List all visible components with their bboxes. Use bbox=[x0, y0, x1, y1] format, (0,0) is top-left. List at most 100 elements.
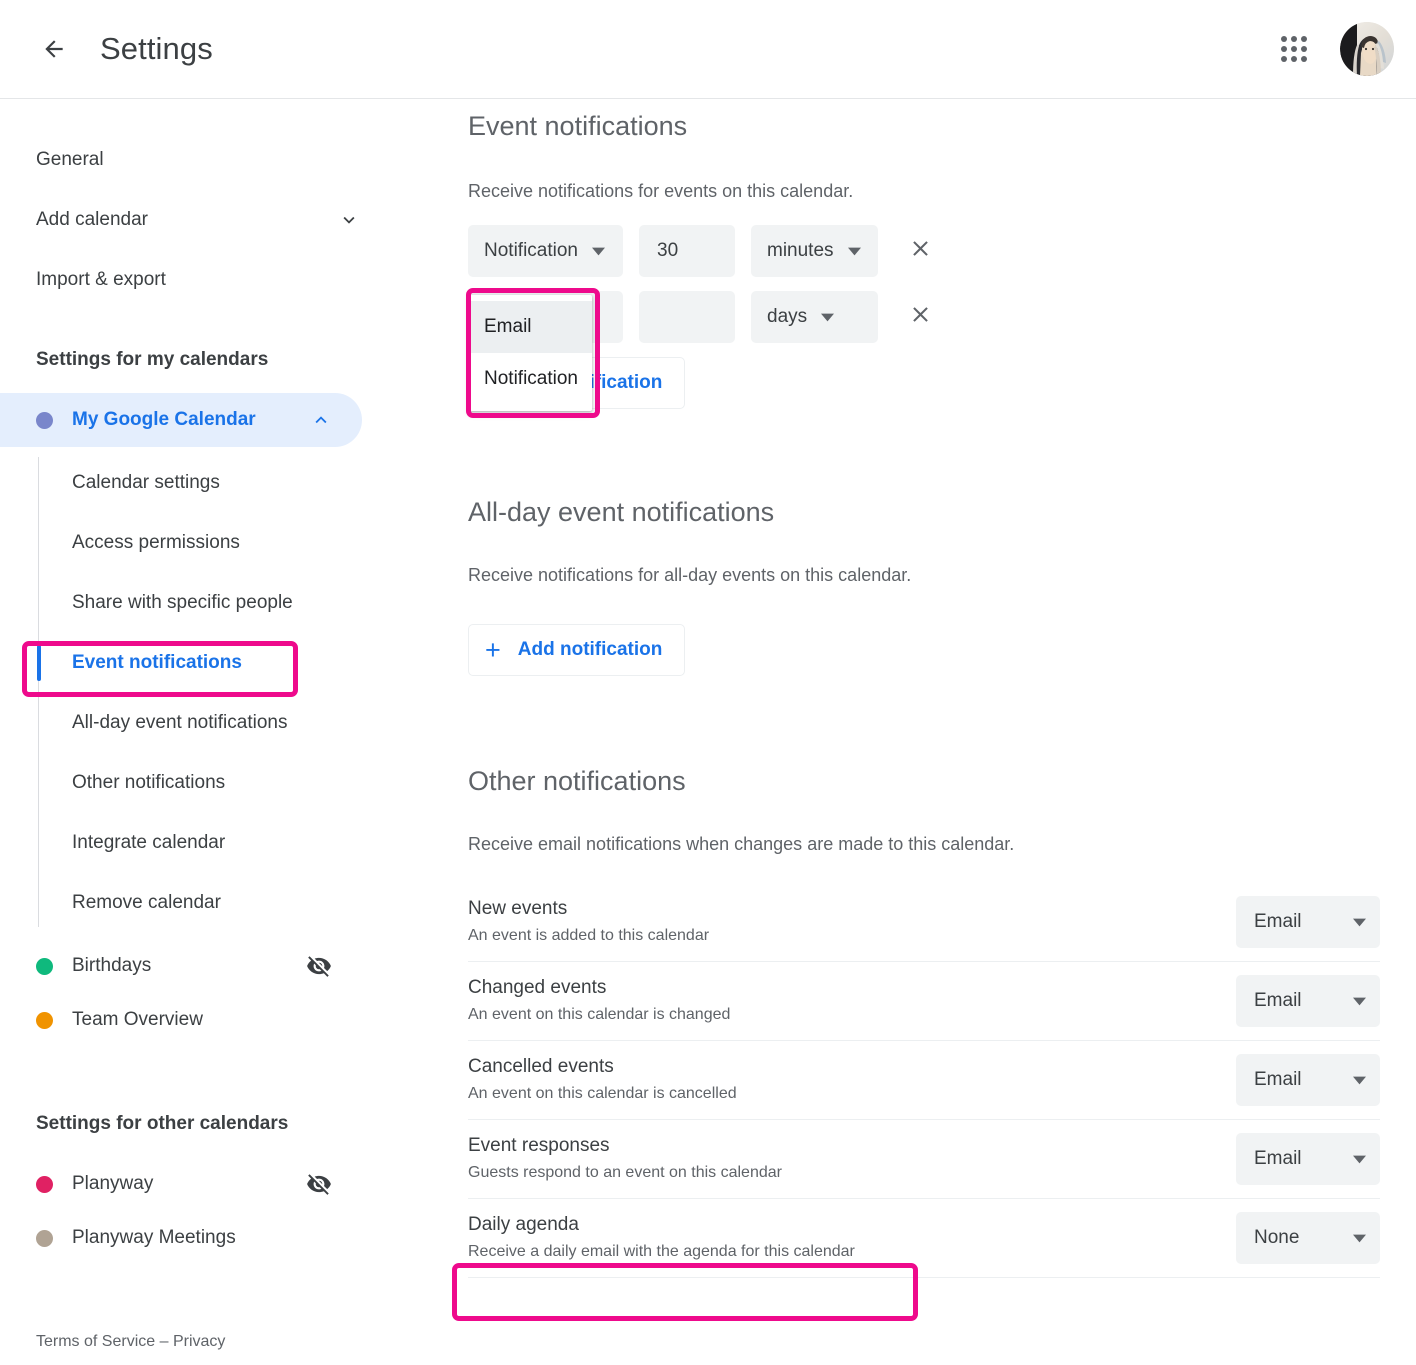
row-subtitle: Receive a daily email with the agenda fo… bbox=[468, 1243, 855, 1261]
all-day-notifications-heading: All-day event notifications bbox=[468, 497, 775, 527]
sidebar-item-birthdays[interactable]: Birthdays bbox=[0, 939, 362, 993]
dropdown-option-label: Email bbox=[484, 316, 532, 337]
notification-amount-value: 30 bbox=[657, 240, 679, 261]
notification-unit-select[interactable]: days bbox=[751, 291, 878, 343]
daily-agenda-select[interactable]: None bbox=[1236, 1212, 1380, 1264]
sidebar-item-label: Import & export bbox=[36, 269, 166, 290]
chevron-down-icon bbox=[338, 209, 360, 231]
table-row: Cancelled events An event on this calend… bbox=[468, 1041, 1380, 1120]
caret-down-icon bbox=[1353, 1232, 1366, 1245]
settings-page: Settings General Add calendar Import & e… bbox=[0, 0, 1416, 1365]
table-row: Changed events An event on this calendar… bbox=[468, 962, 1380, 1041]
add-notification-label: Add notification bbox=[517, 639, 663, 660]
new-events-select[interactable]: Email bbox=[1236, 896, 1380, 948]
eye-off-icon[interactable] bbox=[306, 953, 332, 979]
table-row: Daily agenda Receive a daily email with … bbox=[468, 1199, 1380, 1278]
sidebar-item-other-notifications[interactable]: Other notifications bbox=[0, 753, 396, 813]
sidebar-item-planyway[interactable]: Planyway bbox=[0, 1157, 362, 1211]
caret-down-icon bbox=[1353, 916, 1366, 929]
sidebar-item-remove-calendar[interactable]: Remove calendar bbox=[0, 873, 396, 933]
row-title: New events bbox=[468, 898, 568, 920]
row-subtitle: An event on this calendar is cancelled bbox=[468, 1085, 737, 1103]
sidebar-item-calendar-settings[interactable]: Calendar settings bbox=[0, 453, 396, 513]
row-subtitle: An event is added to this calendar bbox=[468, 927, 710, 945]
sidebar-item-add-calendar[interactable]: Add calendar bbox=[0, 190, 396, 250]
sidebar-item-planyway-meetings[interactable]: Planyway Meetings bbox=[0, 1211, 362, 1265]
privacy-link[interactable]: Privacy bbox=[173, 1333, 225, 1350]
event-notifications-description: Receive notifications for events on this… bbox=[468, 181, 854, 201]
sidebar-section-my-calendars: Settings for my calendars bbox=[36, 349, 269, 370]
sidebar-item-general[interactable]: General bbox=[0, 130, 396, 190]
row-subtitle: Guests respond to an event on this calen… bbox=[468, 1164, 782, 1182]
caret-down-icon bbox=[821, 311, 835, 324]
calendar-name: Planyway bbox=[72, 1173, 154, 1194]
caret-down-icon bbox=[592, 245, 605, 258]
caret-down-icon bbox=[1353, 1153, 1366, 1166]
select-value: Email bbox=[1254, 911, 1302, 932]
sidebar-subitem-label: Event notifications bbox=[72, 652, 242, 673]
avatar[interactable] bbox=[1340, 22, 1394, 76]
terms-of-service-link[interactable]: Terms of Service bbox=[36, 1333, 155, 1350]
sidebar-item-share-with-specific-people[interactable]: Share with specific people bbox=[0, 573, 396, 633]
calendar-color-dot bbox=[36, 1011, 53, 1029]
arrow-back-icon bbox=[41, 36, 67, 62]
sidebar-subnav: Calendar settings Access permissions Sha… bbox=[0, 453, 396, 933]
sidebar-subitem-label: All-day event notifications bbox=[72, 712, 288, 733]
back-button[interactable] bbox=[34, 29, 74, 69]
dropdown-option-notification[interactable]: Notification bbox=[470, 353, 592, 405]
sidebar-item-label: Add calendar bbox=[36, 209, 148, 230]
sidebar-item-all-day-event-notifications[interactable]: All-day event notifications bbox=[0, 693, 396, 753]
other-notifications-table: New events An event is added to this cal… bbox=[396, 883, 1416, 1278]
select-value: Email bbox=[1254, 990, 1302, 1011]
calendar-color-dot bbox=[36, 411, 53, 429]
sidebar-item-my-google-calendar[interactable]: My Google Calendar bbox=[0, 393, 362, 447]
sidebar-subitem-label: Access permissions bbox=[72, 532, 240, 553]
changed-events-select[interactable]: Email bbox=[1236, 975, 1380, 1027]
table-row: New events An event is added to this cal… bbox=[468, 883, 1380, 962]
sidebar-subitem-label: Remove calendar bbox=[72, 892, 221, 913]
remove-notification-button[interactable] bbox=[898, 295, 942, 339]
row-text: Cancelled events An event on this calend… bbox=[468, 1055, 737, 1104]
top-app-bar: Settings bbox=[0, 0, 1416, 99]
top-bar-actions bbox=[1270, 22, 1394, 76]
sidebar-item-label: General bbox=[36, 149, 104, 170]
select-value: Email bbox=[1254, 1148, 1302, 1169]
notification-unit-select[interactable]: minutes bbox=[751, 225, 878, 277]
cancelled-events-select[interactable]: Email bbox=[1236, 1054, 1380, 1106]
table-row: Event responses Guests respond to an eve… bbox=[468, 1120, 1380, 1199]
eye-off-icon[interactable] bbox=[306, 1171, 332, 1197]
event-responses-select[interactable]: Email bbox=[1236, 1133, 1380, 1185]
caret-down-icon bbox=[847, 245, 861, 258]
row-title: Cancelled events bbox=[468, 1056, 614, 1078]
sidebar-footer: Terms of Service – Privacy bbox=[36, 1333, 225, 1351]
remove-notification-button[interactable] bbox=[898, 229, 942, 273]
event-notification-row: Notification 30 minutes bbox=[396, 225, 1416, 277]
notification-type-select[interactable]: Notification bbox=[468, 225, 623, 277]
notification-unit-value: days bbox=[767, 306, 808, 327]
close-icon bbox=[908, 302, 933, 332]
calendar-color-dot bbox=[36, 957, 53, 975]
sidebar-item-event-notifications[interactable]: Event notifications bbox=[0, 633, 396, 693]
notification-amount-input[interactable]: 30 bbox=[639, 225, 735, 277]
apps-grid-button[interactable] bbox=[1270, 25, 1318, 73]
calendar-name: Planyway Meetings bbox=[72, 1227, 236, 1248]
sidebar-subitem-label: Share with specific people bbox=[72, 592, 293, 613]
sidebar-item-import-export[interactable]: Import & export bbox=[0, 250, 396, 310]
sidebar-item-access-permissions[interactable]: Access permissions bbox=[0, 513, 396, 573]
notification-amount-input[interactable] bbox=[639, 291, 735, 343]
sidebar-subitem-label: Integrate calendar bbox=[72, 832, 226, 853]
notification-type-dropdown-menu[interactable]: Email Notification bbox=[470, 295, 592, 411]
row-title: Changed events bbox=[468, 977, 607, 999]
add-all-day-notification-button[interactable]: + Add notification bbox=[468, 624, 686, 676]
sidebar-item-team-overview[interactable]: Team Overview bbox=[0, 993, 362, 1047]
dropdown-option-email[interactable]: Email bbox=[470, 301, 592, 353]
notification-type-value: Notification bbox=[484, 240, 578, 261]
notification-unit-value: minutes bbox=[767, 240, 834, 261]
caret-down-icon bbox=[1353, 995, 1366, 1008]
chevron-up-icon[interactable] bbox=[310, 409, 332, 431]
row-text: Changed events An event on this calendar… bbox=[468, 976, 730, 1025]
select-value: None bbox=[1254, 1227, 1300, 1248]
row-title: Event responses bbox=[468, 1135, 610, 1157]
sidebar-item-integrate-calendar[interactable]: Integrate calendar bbox=[0, 813, 396, 873]
event-notifications-heading: Event notifications bbox=[468, 111, 688, 141]
